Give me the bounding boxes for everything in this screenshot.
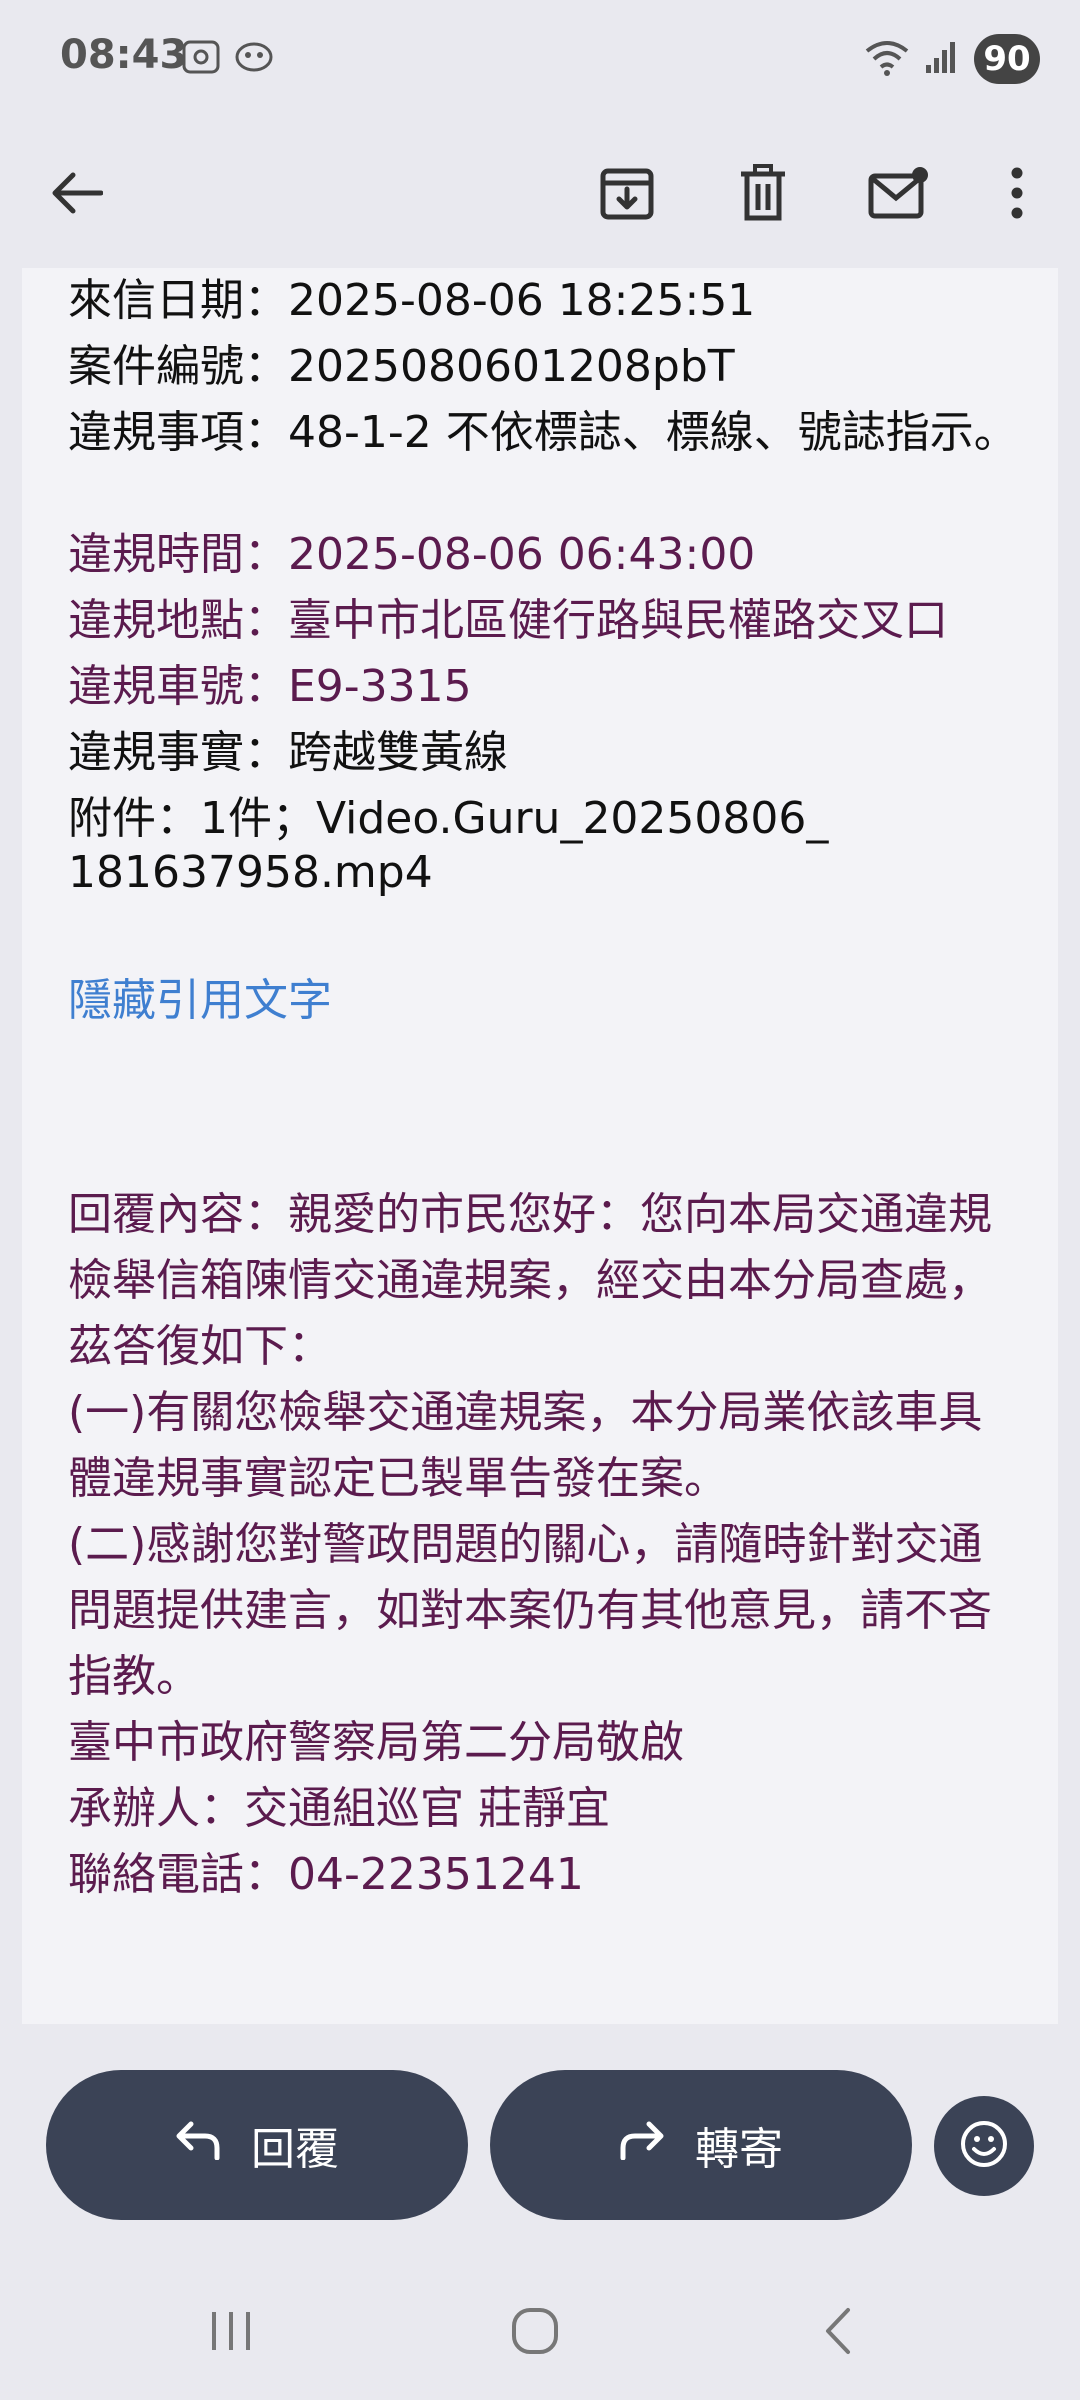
forward-label: 轉寄 <box>695 2124 783 2175</box>
nav-back-button[interactable] <box>814 2306 864 2360</box>
handler-line: 承辦人：交通組巡官 莊靜宜 <box>68 1783 610 1834</box>
system-navigation-bar <box>0 2280 1080 2380</box>
status-time: 08:43 <box>60 32 188 78</box>
violation-plate-line: 違規車號：E9-3315 <box>68 661 472 712</box>
wifi-icon <box>864 37 910 81</box>
signature-line: 臺中市政府警察局第二分局敬啟 <box>68 1717 684 1768</box>
back-arrow-icon <box>51 171 104 219</box>
more-options-button[interactable] <box>974 152 1060 238</box>
reply-line: (一)有關您檢舉交通違規案，本分局業依該車具 <box>68 1387 983 1438</box>
violation-fact-line: 違規事實：跨越雙黃線 <box>68 727 508 778</box>
battery-indicator: 90 <box>974 34 1040 84</box>
smiley-icon <box>959 2119 1009 2173</box>
more-vert-icon <box>1009 167 1025 223</box>
back-button[interactable] <box>34 152 120 238</box>
delete-button[interactable] <box>720 152 806 238</box>
email-body: 來信日期：2025-08-06 18:25:51 案件編號：2025080601… <box>22 268 1058 2024</box>
attachment-filename: 181637958.mp4 <box>68 847 433 898</box>
mark-unread-button[interactable] <box>856 152 942 238</box>
status-bar: 08:43 90 <box>0 0 1080 120</box>
contact-phone-line: 聯絡電話：04-22351241 <box>68 1849 584 1900</box>
case-number-line: 案件編號：2025080601208pbT <box>68 341 735 392</box>
received-date-line: 來信日期：2025-08-06 18:25:51 <box>68 275 756 326</box>
violation-location-line: 違規地點：臺中市北區健行路與民權路交叉口 <box>68 595 948 646</box>
reply-label: 回覆 <box>251 2124 339 2175</box>
reply-line: 指教。 <box>68 1651 200 1702</box>
hide-quoted-text-link[interactable]: 隱藏引用文字 <box>68 968 332 1034</box>
reply-line: (二)感謝您對警政問題的關心，請隨時針對交通 <box>68 1519 983 1570</box>
reply-line: 茲答復如下： <box>68 1321 332 1372</box>
home-button[interactable] <box>510 2306 560 2360</box>
reply-icon <box>175 2120 221 2171</box>
trash-icon <box>737 164 789 226</box>
reply-line: 檢舉信箱陳情交通違規案，經交由本分局查處， <box>68 1255 992 1306</box>
email-toolbar <box>0 120 1080 270</box>
forward-icon <box>619 2120 665 2171</box>
forward-button[interactable]: 轉寄 <box>490 2070 912 2220</box>
recent-apps-button[interactable] <box>206 2306 256 2360</box>
violation-item-line: 違規事項：48-1-2 不依標誌、標線、號誌指示。 <box>68 407 1018 458</box>
archive-button[interactable] <box>584 152 670 238</box>
app-notification-icon <box>234 40 274 78</box>
violation-time-line: 違規時間：2025-08-06 06:43:00 <box>68 529 756 580</box>
reply-line: 回覆內容：親愛的市民您好：您向本局交通違規 <box>68 1189 992 1240</box>
archive-icon <box>599 165 655 225</box>
mark-unread-icon <box>868 166 930 224</box>
reply-button[interactable]: 回覆 <box>46 2070 468 2220</box>
reply-line: 問題提供建言，如對本案仍有其他意見，請不吝 <box>68 1585 992 1636</box>
screenshot-icon <box>182 40 220 78</box>
signal-icon <box>924 39 960 79</box>
reply-line: 體違規事實認定已製單告發在案。 <box>68 1453 728 1504</box>
emoji-reaction-button[interactable] <box>934 2096 1034 2196</box>
